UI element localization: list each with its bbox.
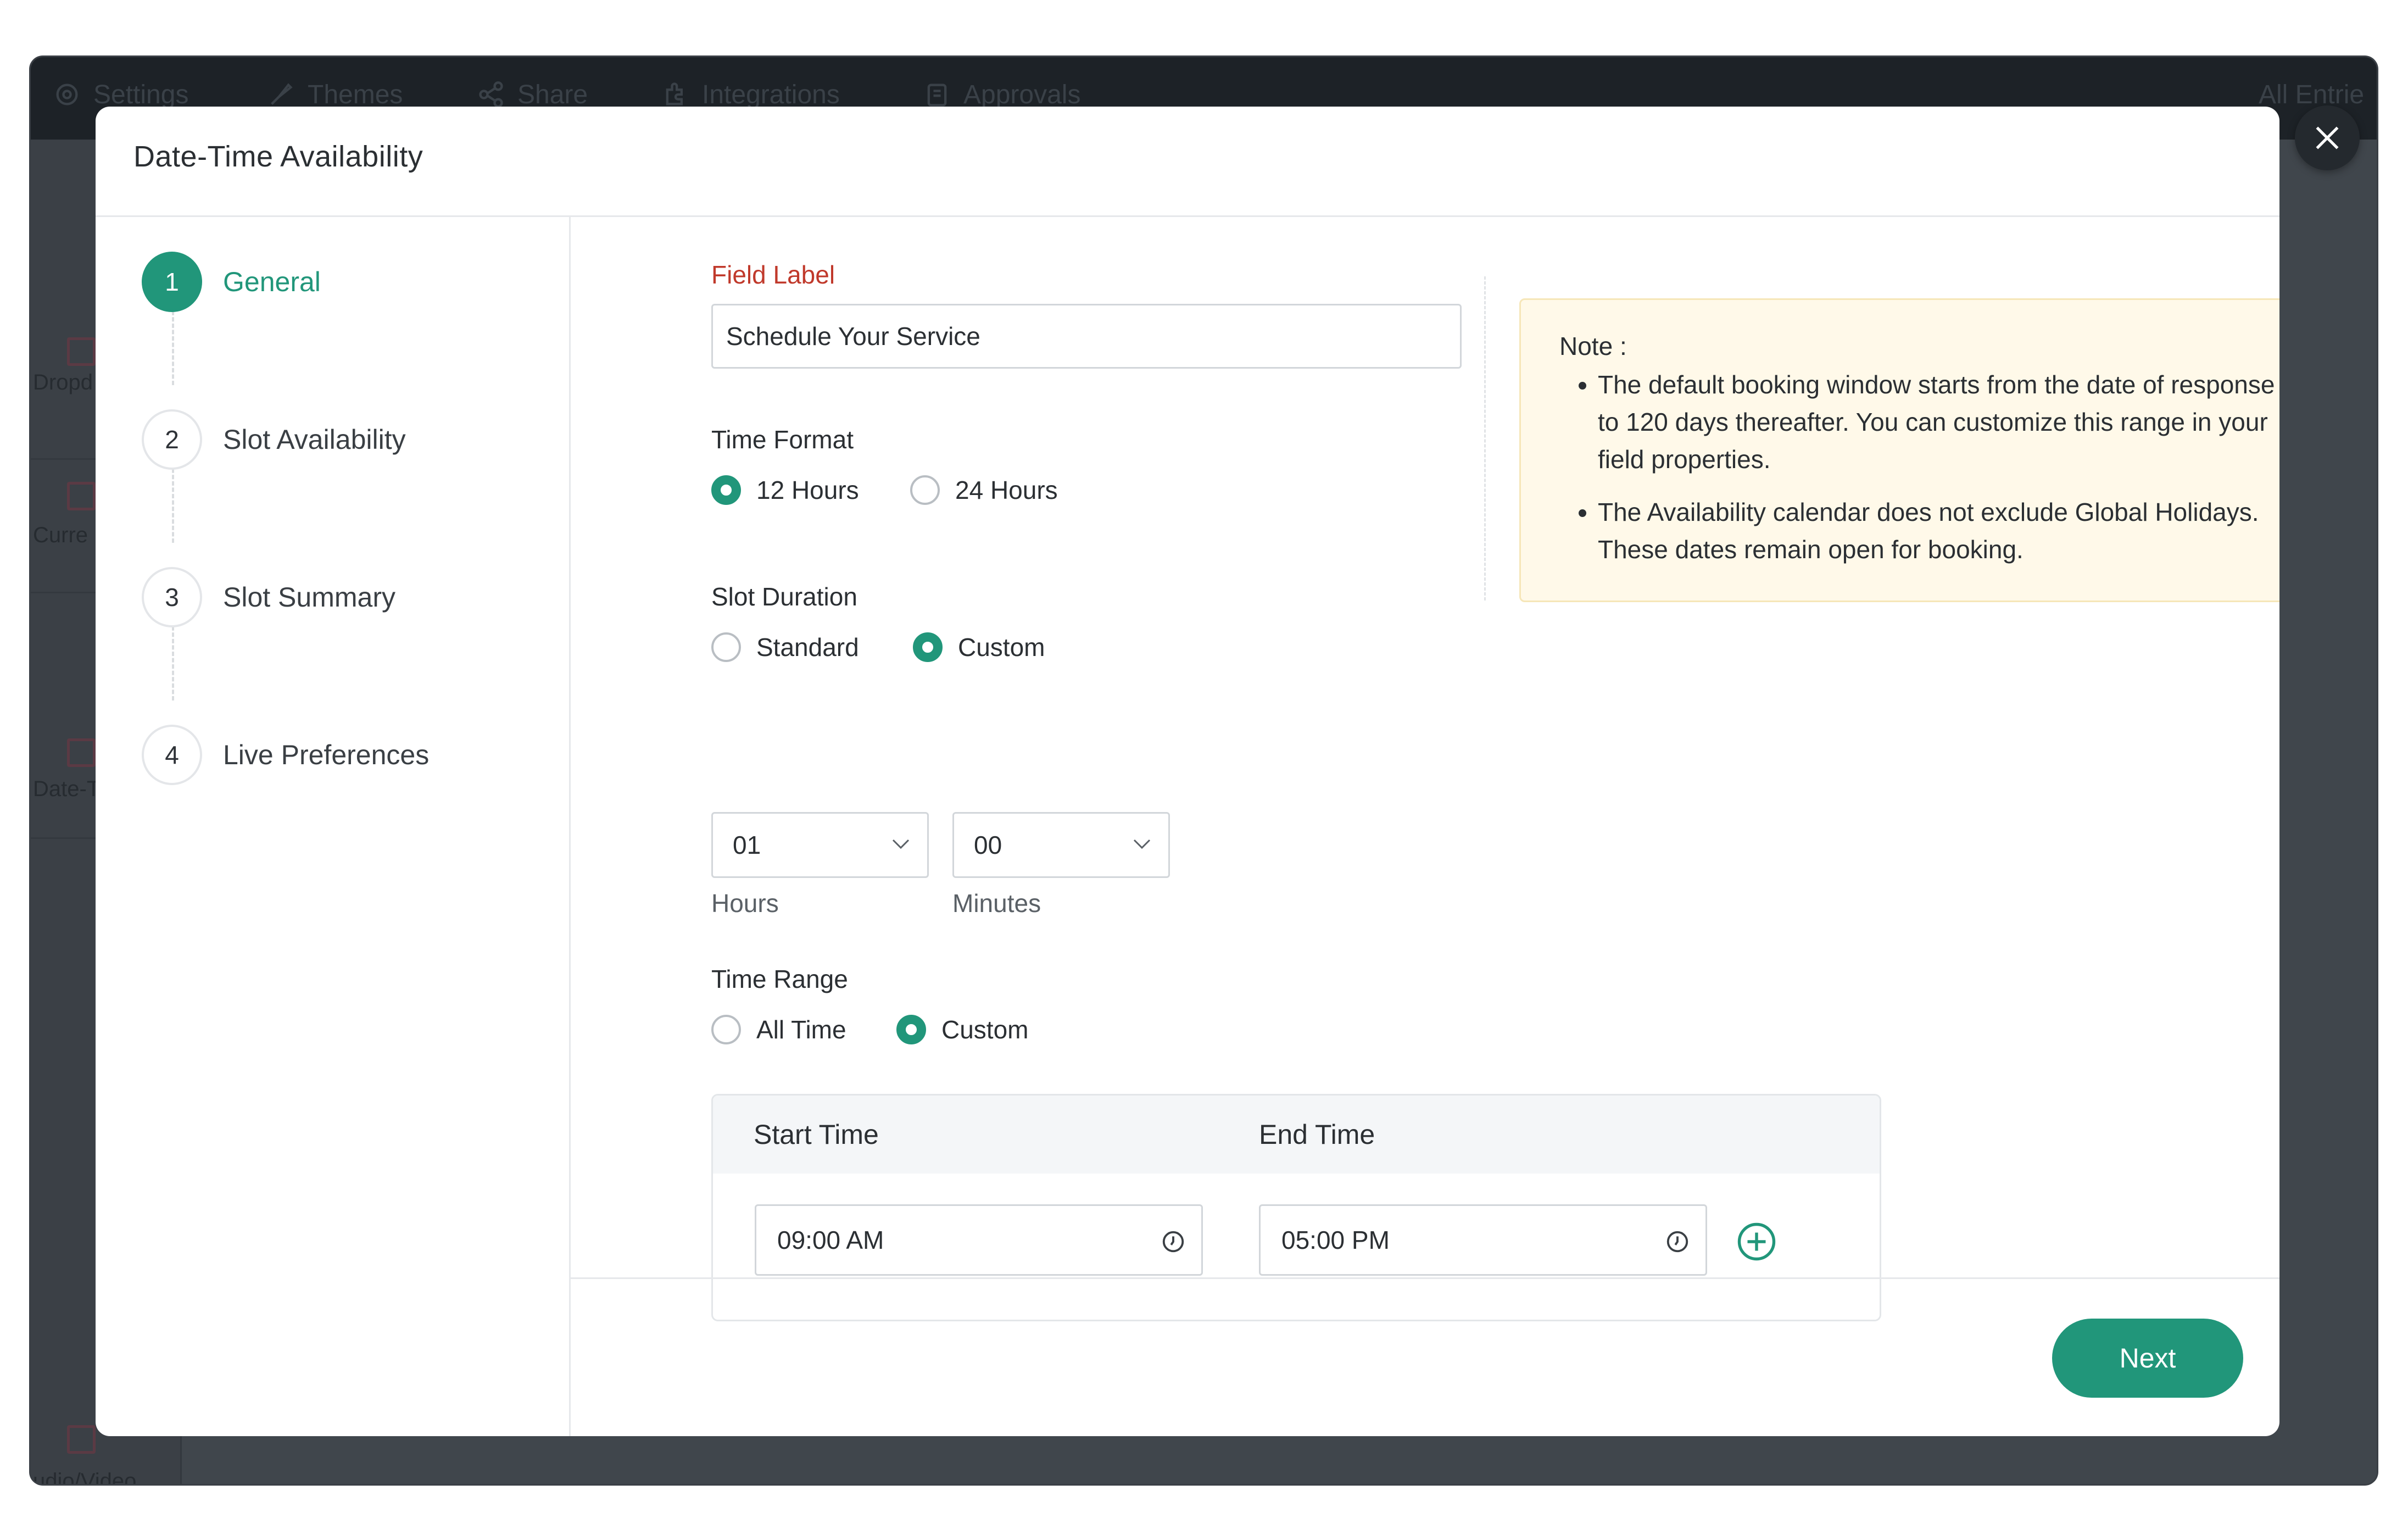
hours-select[interactable]: 01 [711,812,929,878]
step-label: General [223,266,321,297]
time-range-custom-option[interactable]: Custom [896,1015,1028,1044]
chevron-down-icon [1133,839,1151,849]
radio-custom-range[interactable] [896,1015,926,1044]
media-icon [67,1425,96,1454]
time-range-label: Time Range [711,965,848,993]
chevron-down-icon [892,839,910,849]
slot-duration-custom-option[interactable]: Custom [913,632,1045,662]
clock-icon[interactable] [1161,1229,1186,1254]
step-label: Live Preferences [223,740,430,770]
general-form: Field Label Schedule Your Service Time F… [571,217,2279,1321]
radio-12-hours[interactable] [711,475,741,505]
start-time-input[interactable]: 09:00 AM [755,1204,1203,1276]
clock-icon[interactable] [1665,1229,1690,1254]
column-divider [1484,276,1486,601]
add-time-range-icon[interactable] [1737,1222,1776,1261]
start-time-header: Start Time [754,1119,879,1150]
brush-icon [271,83,293,105]
minutes-select[interactable]: 00 [952,812,1170,878]
tab-label: Themes [308,80,403,109]
footer-divider [571,1277,2279,1279]
grid-icon [67,482,96,510]
share-icon [479,81,503,108]
grid-icon [67,337,96,366]
hours-caption: Hours [711,889,779,918]
time-format-24-option[interactable]: 24 Hours [910,475,1058,505]
field-label-title: Field Label [711,260,835,289]
step-live-preferences[interactable]: 4 Live Preferences [142,723,429,787]
radio-all-time[interactable] [711,1015,741,1044]
step-number: 1 [142,252,202,312]
time-format-12-option[interactable]: 12 Hours [711,475,859,505]
slot-duration-standard-option[interactable]: Standard [711,632,859,662]
puzzle-icon [666,82,683,105]
radio-custom-duration[interactable] [913,632,943,662]
radio-24-hours[interactable] [910,475,940,505]
field-label-input[interactable]: Schedule Your Service [711,304,1462,369]
end-time-header: End Time [1259,1119,1375,1150]
step-slot-availability[interactable]: 2 Slot Availability [142,408,406,471]
time-range-all-option[interactable]: All Time [711,1015,846,1044]
stepper: 1 General 2 Slot Availability 3 Slot Sum… [96,217,571,1436]
modal-header: Date-Time Availability [96,107,2279,217]
step-slot-summary[interactable]: 3 Slot Summary [142,565,395,629]
next-button[interactable]: Next [2052,1319,2243,1398]
close-modal-button[interactable] [2295,105,2360,170]
step-number: 3 [142,567,202,627]
gear-icon [56,84,78,105]
step-label: Slot Availability [223,424,406,455]
note-list: The default booking window starts from t… [1559,366,2279,568]
tab-label: Approvals [963,80,1081,109]
minutes-caption: Minutes [952,889,1041,918]
modal-title: Date-Time Availability [133,140,423,173]
step-number: 2 [142,409,202,470]
step-general[interactable]: 1 General [142,250,321,314]
end-time-input[interactable]: 05:00 PM [1259,1204,1707,1276]
calendar-icon [67,738,96,767]
step-number: 4 [142,725,202,785]
clipboard-icon [927,84,947,107]
note-box: Note : The default booking window starts… [1519,298,2279,602]
time-format-label: Time Format [711,425,854,454]
date-time-availability-modal: Date-Time Availability 1 General 2 Slot … [96,107,2279,1436]
tab-label: Settings [93,80,189,109]
tab-label: Integrations [702,80,840,109]
close-icon [2316,126,2339,149]
note-item: The Availability calendar does not exclu… [1598,493,2279,568]
time-table-header: Start Time End Time [713,1096,1880,1174]
tab-label: Share [517,80,588,109]
slot-duration-label: Slot Duration [711,582,857,611]
note-item: The default booking window starts from t… [1598,366,2279,478]
time-range-table: Start Time End Time 09:00 AM 05:00 PM [711,1094,1881,1321]
radio-standard[interactable] [711,632,741,662]
note-title: Note : [1559,332,1627,360]
step-label: Slot Summary [223,582,395,613]
